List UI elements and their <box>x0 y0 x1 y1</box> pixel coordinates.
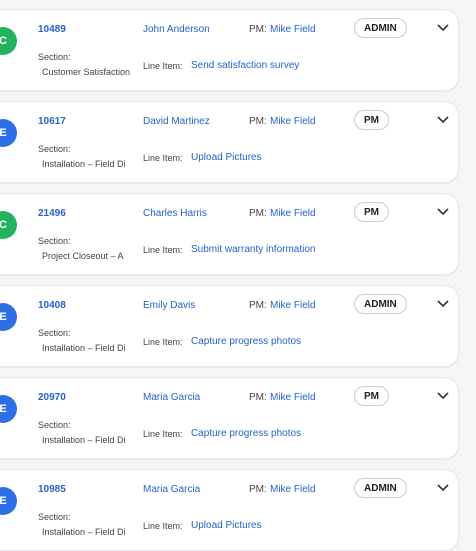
chevron-down-icon[interactable] <box>436 482 450 494</box>
line-item-link[interactable]: Capture progress photos <box>191 336 301 347</box>
customer-name[interactable]: John Anderson <box>143 24 210 35</box>
role-badge: ADMIN <box>354 18 407 38</box>
role-badge: ADMIN <box>354 478 407 498</box>
pm-label: PM: <box>249 484 267 495</box>
line-item-label: Line Item: <box>143 429 183 439</box>
section-value: Installation – Field Di <box>42 527 126 537</box>
avatar: C <box>0 27 17 55</box>
pm-name[interactable]: Mike Field <box>270 208 316 219</box>
avatar: E <box>0 395 17 423</box>
pm-label: PM: <box>249 392 267 403</box>
role-badge: PM <box>354 386 389 406</box>
section-label: Section: <box>38 420 71 430</box>
work-order-number[interactable]: 10489 <box>38 24 66 35</box>
work-order-card[interactable]: C 21496 Charles Harris PM: Mike Field PM… <box>0 193 459 275</box>
section-label: Section: <box>38 144 71 154</box>
customer-name[interactable]: Emily Davis <box>143 300 195 311</box>
line-item-link[interactable]: Capture progress photos <box>191 428 301 439</box>
pm-name[interactable]: Mike Field <box>270 300 316 311</box>
pm-label: PM: <box>249 24 267 35</box>
chevron-down-icon[interactable] <box>436 390 450 402</box>
work-order-number[interactable]: 21496 <box>38 208 66 219</box>
role-badge: ADMIN <box>354 294 407 314</box>
section-label: Section: <box>38 512 71 522</box>
work-order-number[interactable]: 10408 <box>38 300 66 311</box>
line-item-label: Line Item: <box>143 61 183 71</box>
section-label: Section: <box>38 52 71 62</box>
work-order-number[interactable]: 10985 <box>38 484 66 495</box>
line-item-link[interactable]: Upload Pictures <box>191 520 262 531</box>
section-value: Installation – Field Di <box>42 343 126 353</box>
section-value: Installation – Field Di <box>42 435 126 445</box>
line-item-link[interactable]: Upload Pictures <box>191 152 262 163</box>
avatar: E <box>0 119 17 147</box>
customer-name[interactable]: David Martinez <box>143 116 210 127</box>
line-item-label: Line Item: <box>143 337 183 347</box>
work-order-card[interactable]: C 10489 John Anderson PM: Mike Field ADM… <box>0 9 459 91</box>
customer-name[interactable]: Maria Garcia <box>143 392 200 403</box>
pm-name[interactable]: Mike Field <box>270 484 316 495</box>
work-order-card[interactable]: E 10985 Maria Garcia PM: Mike Field ADMI… <box>0 469 459 551</box>
section-label: Section: <box>38 328 71 338</box>
chevron-down-icon[interactable] <box>436 22 450 34</box>
chevron-down-icon[interactable] <box>436 206 450 218</box>
work-order-card[interactable]: E 10408 Emily Davis PM: Mike Field ADMIN… <box>0 285 459 367</box>
line-item-label: Line Item: <box>143 245 183 255</box>
customer-name[interactable]: Maria Garcia <box>143 484 200 495</box>
line-item-link[interactable]: Send satisfaction survey <box>191 60 299 71</box>
work-order-number[interactable]: 20970 <box>38 392 66 403</box>
chevron-down-icon[interactable] <box>436 298 450 310</box>
avatar: E <box>0 487 17 515</box>
customer-name[interactable]: Charles Harris <box>143 208 207 219</box>
line-item-label: Line Item: <box>143 521 183 531</box>
avatar: E <box>0 303 17 331</box>
section-value: Installation – Field Di <box>42 159 126 169</box>
work-order-card[interactable]: E 10617 David Martinez PM: Mike Field PM… <box>0 101 459 183</box>
role-badge: PM <box>354 110 389 130</box>
avatar: C <box>0 211 17 239</box>
chevron-down-icon[interactable] <box>436 114 450 126</box>
pm-label: PM: <box>249 300 267 311</box>
line-item-link[interactable]: Submit warranty information <box>191 244 316 255</box>
pm-name[interactable]: Mike Field <box>270 392 316 403</box>
section-value: Customer Satisfaction <box>42 67 131 77</box>
section-value: Project Closeout – A <box>42 251 124 261</box>
pm-label: PM: <box>249 208 267 219</box>
work-order-card[interactable]: E 20970 Maria Garcia PM: Mike Field PM S… <box>0 377 459 459</box>
role-badge: PM <box>354 202 389 222</box>
pm-name[interactable]: Mike Field <box>270 116 316 127</box>
pm-label: PM: <box>249 116 267 127</box>
section-label: Section: <box>38 236 71 246</box>
line-item-label: Line Item: <box>143 153 183 163</box>
pm-name[interactable]: Mike Field <box>270 24 316 35</box>
work-order-number[interactable]: 10617 <box>38 116 66 127</box>
